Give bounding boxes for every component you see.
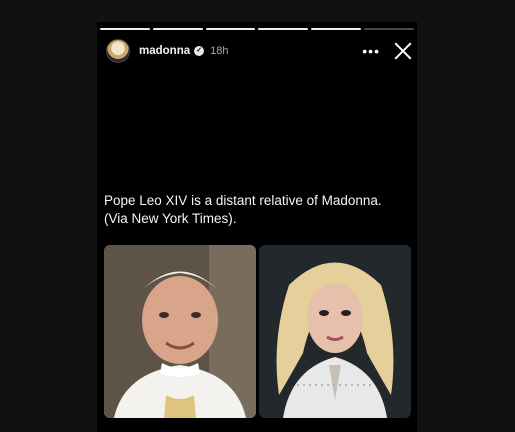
avatar[interactable] bbox=[106, 39, 130, 63]
progress-segment-3 bbox=[205, 28, 256, 30]
close-icon[interactable] bbox=[394, 42, 412, 60]
pope-photo bbox=[104, 245, 256, 418]
photo-collage bbox=[104, 245, 411, 418]
madonna-photo bbox=[259, 245, 411, 418]
verified-badge-icon: ✓ bbox=[194, 46, 205, 56]
story-progress-bar bbox=[100, 28, 414, 31]
progress-segment-2 bbox=[152, 28, 203, 30]
progress-segment-4 bbox=[258, 28, 309, 30]
progress-segment-5 bbox=[311, 28, 362, 30]
story-caption: Pope Leo XIV is a distant relative of Ma… bbox=[104, 193, 382, 226]
story-viewer[interactable]: madonna ✓ 18h ••• Pope Leo XIV is a dist… bbox=[97, 22, 417, 432]
post-time: 18h bbox=[210, 45, 229, 57]
progress-segment-1 bbox=[100, 28, 150, 30]
username[interactable]: madonna bbox=[139, 45, 190, 57]
progress-segment-6 bbox=[364, 28, 414, 30]
story-header: madonna ✓ 18h ••• bbox=[106, 38, 412, 64]
more-options-icon[interactable]: ••• bbox=[362, 44, 380, 58]
